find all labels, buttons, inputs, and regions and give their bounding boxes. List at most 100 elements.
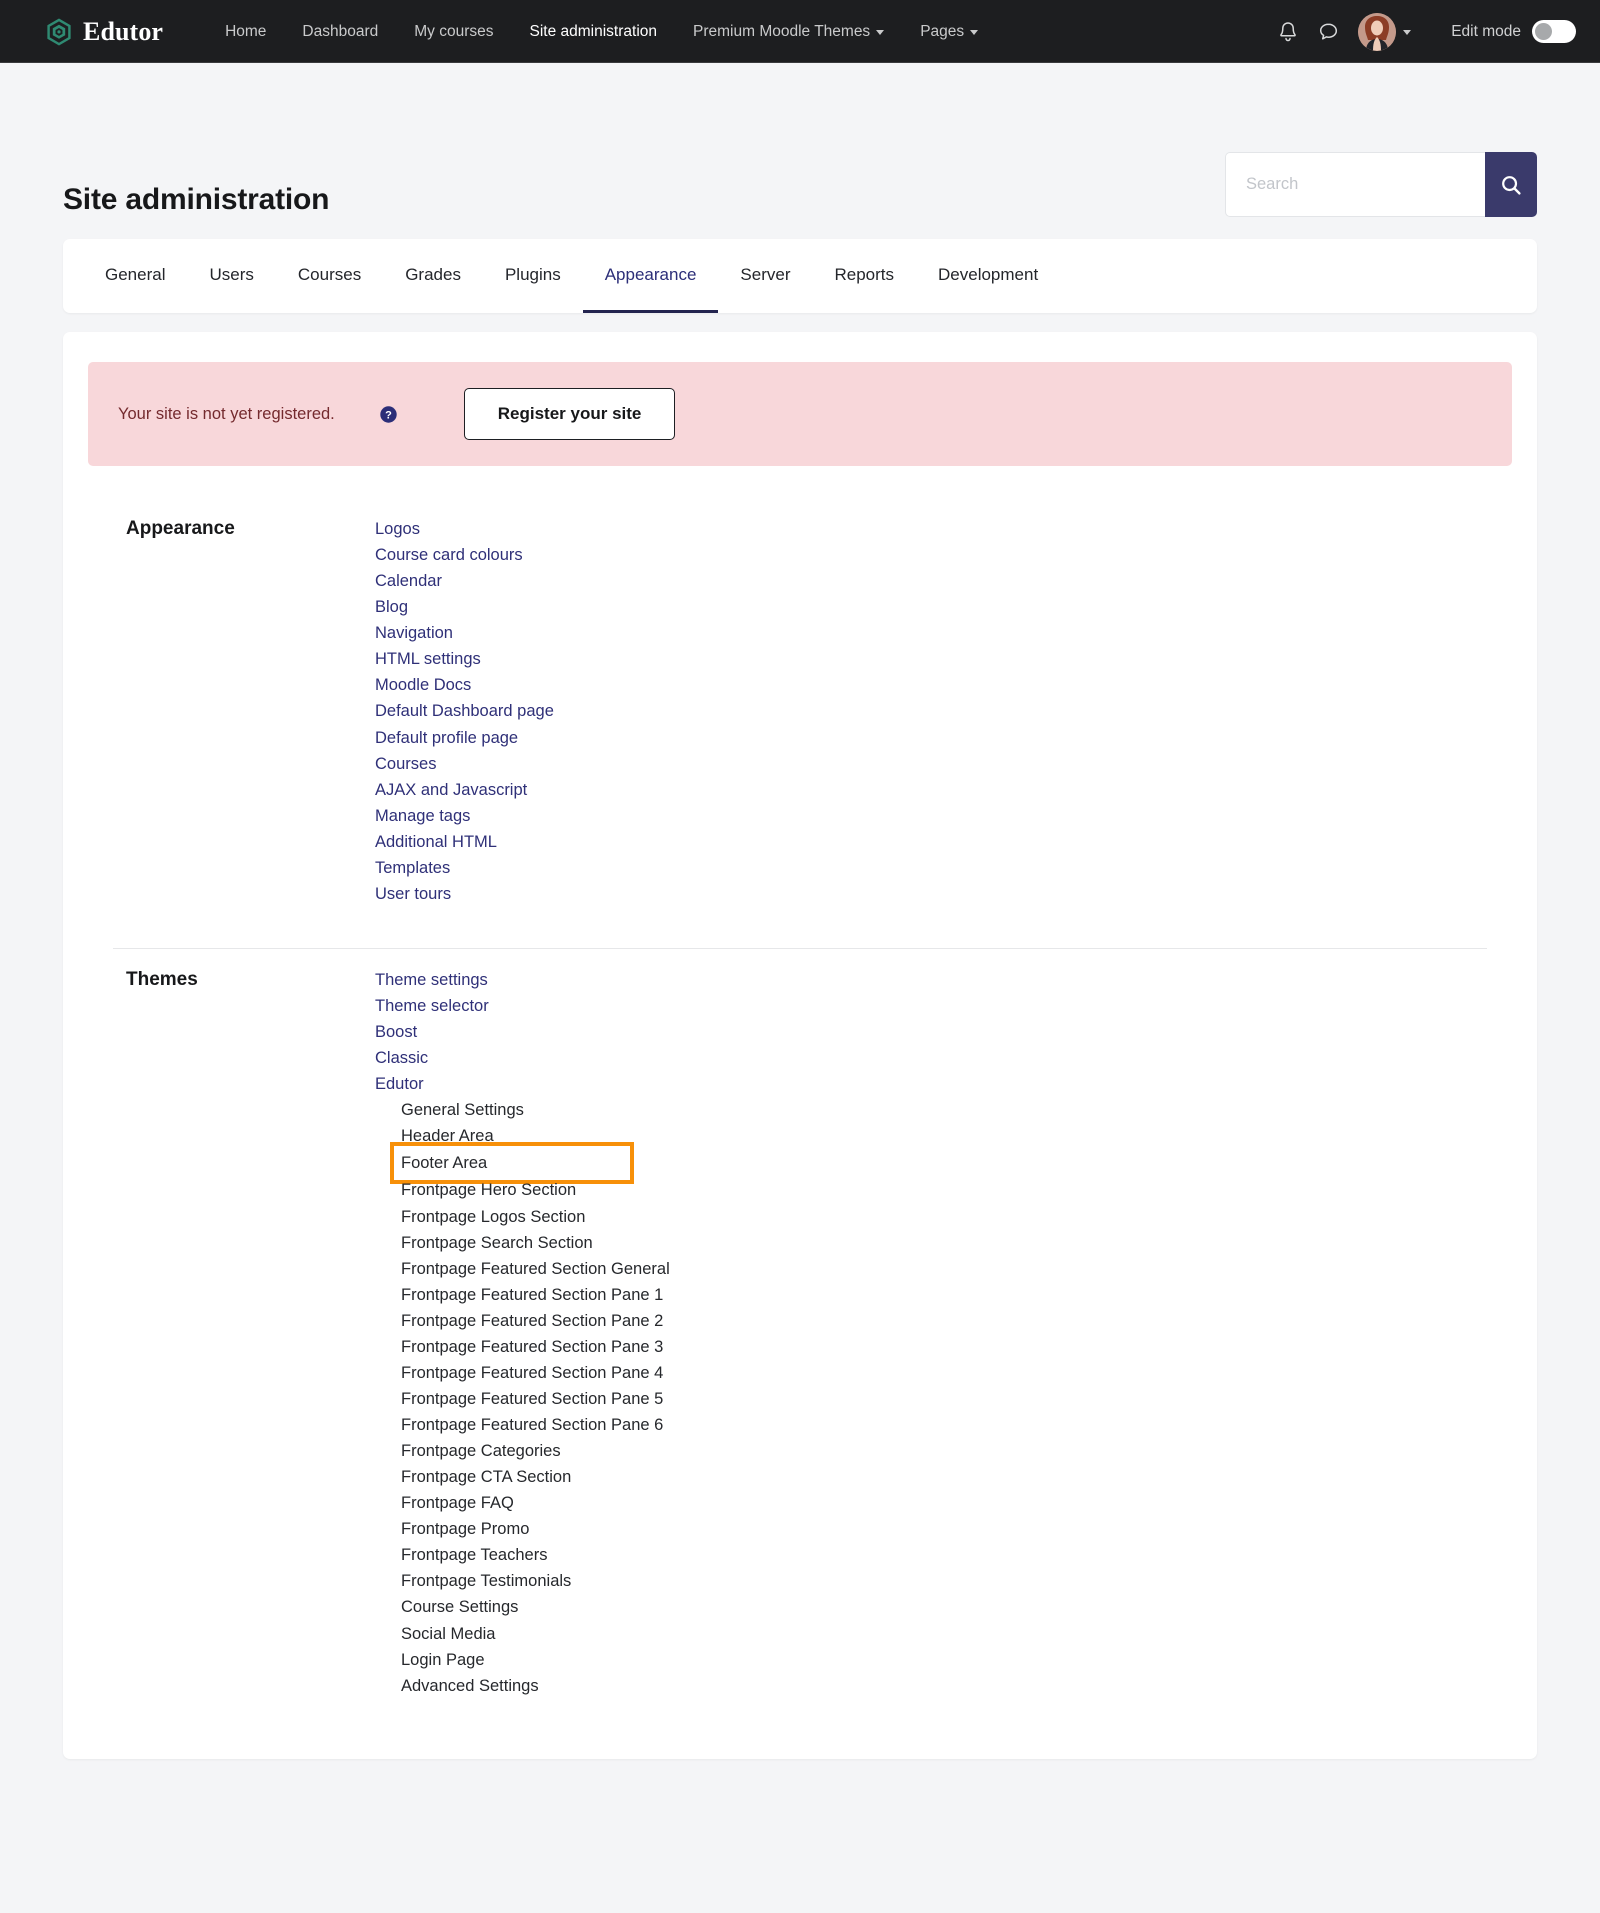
primary-nav: Home Dashboard My courses Site administr… [207,15,996,49]
tab-development[interactable]: Development [916,239,1060,313]
admin-link-classic[interactable]: Classic [375,1045,428,1071]
admin-link-frontpage-cta-section[interactable]: Frontpage CTA Section [401,1464,571,1490]
admin-link-course-card-colours[interactable]: Course card colours [375,542,523,568]
admin-link-additional-html[interactable]: Additional HTML [375,829,497,855]
tab-label: Plugins [505,265,561,284]
nav-item-label: Dashboard [302,23,378,41]
page-content: Site administration General Users Course… [0,63,1600,1759]
nav-item-site-administration[interactable]: Site administration [512,15,676,49]
chevron-down-icon [970,30,978,35]
admin-link-moodle-docs[interactable]: Moodle Docs [375,672,471,698]
tab-reports[interactable]: Reports [812,239,916,313]
hexagon-cube-logo-icon [44,17,74,47]
admin-link-calendar[interactable]: Calendar [375,568,442,594]
alert-message: Your site is not yet registered. [118,405,335,424]
search-submit-button[interactable] [1485,152,1537,217]
admin-link-frontpage-hero-section[interactable]: Frontpage Hero Section [401,1177,576,1203]
admin-link-footer-area[interactable]: Footer Area [397,1149,627,1177]
tab-server[interactable]: Server [718,239,812,313]
user-menu-button[interactable] [1358,13,1411,51]
section-title: Themes [88,967,375,991]
admin-link-frontpage-faq[interactable]: Frontpage FAQ [401,1490,514,1516]
admin-link-ajax-and-javascript[interactable]: AJAX and Javascript [375,777,527,803]
admin-link-frontpage-categories[interactable]: Frontpage Categories [401,1438,561,1464]
tab-label: General [105,265,165,284]
admin-tabs-card: General Users Courses Grades Plugins App… [63,239,1537,313]
nav-item-dashboard[interactable]: Dashboard [284,15,396,49]
edit-mode-toggle[interactable]: Edit mode [1451,20,1576,43]
admin-tabs: General Users Courses Grades Plugins App… [83,239,1517,313]
admin-link-logos[interactable]: Logos [375,516,420,542]
admin-link-frontpage-featured-section-pane-5[interactable]: Frontpage Featured Section Pane 5 [401,1386,663,1412]
register-site-button[interactable]: Register your site [464,388,676,440]
section-title: Appearance [88,516,375,540]
tab-courses[interactable]: Courses [276,239,383,313]
brand-logo-link[interactable]: Edutor [44,17,163,47]
chevron-down-icon [1403,30,1411,35]
admin-link-edutor[interactable]: Edutor [375,1071,424,1097]
admin-link-frontpage-featured-section-pane-1[interactable]: Frontpage Featured Section Pane 1 [401,1282,663,1308]
admin-link-html-settings[interactable]: HTML settings [375,646,481,672]
admin-link-user-tours[interactable]: User tours [375,881,451,907]
chevron-down-icon [876,30,884,35]
admin-link-theme-settings[interactable]: Theme settings [375,967,488,993]
admin-link-theme-selector[interactable]: Theme selector [375,993,489,1019]
admin-link-frontpage-testimonials[interactable]: Frontpage Testimonials [401,1568,571,1594]
admin-link-boost[interactable]: Boost [375,1019,417,1045]
admin-link-manage-tags[interactable]: Manage tags [375,803,470,829]
admin-link-courses[interactable]: Courses [375,751,436,777]
nav-item-pages[interactable]: Pages [902,15,996,49]
admin-link-frontpage-promo[interactable]: Frontpage Promo [401,1516,529,1542]
tab-grades[interactable]: Grades [383,239,483,313]
admin-link-frontpage-featured-section-pane-2[interactable]: Frontpage Featured Section Pane 2 [401,1308,663,1334]
admin-link-frontpage-featured-section-pane-3[interactable]: Frontpage Featured Section Pane 3 [401,1334,663,1360]
admin-link-navigation[interactable]: Navigation [375,620,453,646]
admin-link-frontpage-search-section[interactable]: Frontpage Search Section [401,1230,593,1256]
admin-link-header-area[interactable]: Header Area [401,1123,494,1149]
nav-item-label: My courses [414,23,493,41]
admin-link-default-profile-page[interactable]: Default profile page [375,725,518,751]
notifications-button[interactable] [1268,12,1308,52]
admin-link-frontpage-featured-section-pane-4[interactable]: Frontpage Featured Section Pane 4 [401,1360,663,1386]
brand-name: Edutor [83,17,163,47]
admin-link-login-page[interactable]: Login Page [401,1647,485,1673]
tab-label: Users [209,265,253,284]
page-header: Site administration [63,63,1537,239]
top-navbar: Edutor Home Dashboard My courses Site ad… [0,0,1600,63]
speech-bubble-icon [1318,21,1339,42]
admin-link-frontpage-teachers[interactable]: Frontpage Teachers [401,1542,547,1568]
nav-item-label: Premium Moodle Themes [693,23,870,41]
tab-plugins[interactable]: Plugins [483,239,583,313]
admin-link-advanced-settings[interactable]: Advanced Settings [401,1673,539,1699]
admin-link-general-settings[interactable]: General Settings [401,1097,524,1123]
nav-item-label: Pages [920,23,964,41]
admin-link-default-dashboard-page[interactable]: Default Dashboard page [375,698,554,724]
edit-mode-switch[interactable] [1532,20,1576,43]
bell-icon [1278,21,1298,43]
nav-item-premium-moodle-themes[interactable]: Premium Moodle Themes [675,15,902,49]
admin-link-course-settings[interactable]: Course Settings [401,1594,518,1620]
admin-link-frontpage-featured-section-pane-6[interactable]: Frontpage Featured Section Pane 6 [401,1412,663,1438]
section-links: Logos Course card colours Calendar Blog … [375,516,554,907]
edit-mode-label: Edit mode [1451,23,1521,41]
tab-label: Reports [834,265,894,284]
admin-link-blog[interactable]: Blog [375,594,408,620]
tab-appearance[interactable]: Appearance [583,239,719,313]
tab-general[interactable]: General [83,239,187,313]
messages-button[interactable] [1308,12,1348,52]
switch-knob [1535,23,1552,40]
avatar [1358,13,1396,51]
tab-users[interactable]: Users [187,239,275,313]
tab-label: Development [938,265,1038,284]
question-mark-help-icon[interactable]: ? [379,405,398,424]
search-input[interactable] [1225,152,1485,217]
nav-item-home[interactable]: Home [207,15,284,49]
nav-item-my-courses[interactable]: My courses [396,15,511,49]
page-title: Site administration [63,183,329,217]
admin-link-frontpage-featured-section-general[interactable]: Frontpage Featured Section General [401,1256,670,1282]
admin-link-frontpage-logos-section[interactable]: Frontpage Logos Section [401,1204,585,1230]
admin-settings-card: Your site is not yet registered. ? Regis… [63,332,1537,1759]
admin-link-social-media[interactable]: Social Media [401,1621,495,1647]
admin-link-templates[interactable]: Templates [375,855,450,881]
tab-label: Courses [298,265,361,284]
